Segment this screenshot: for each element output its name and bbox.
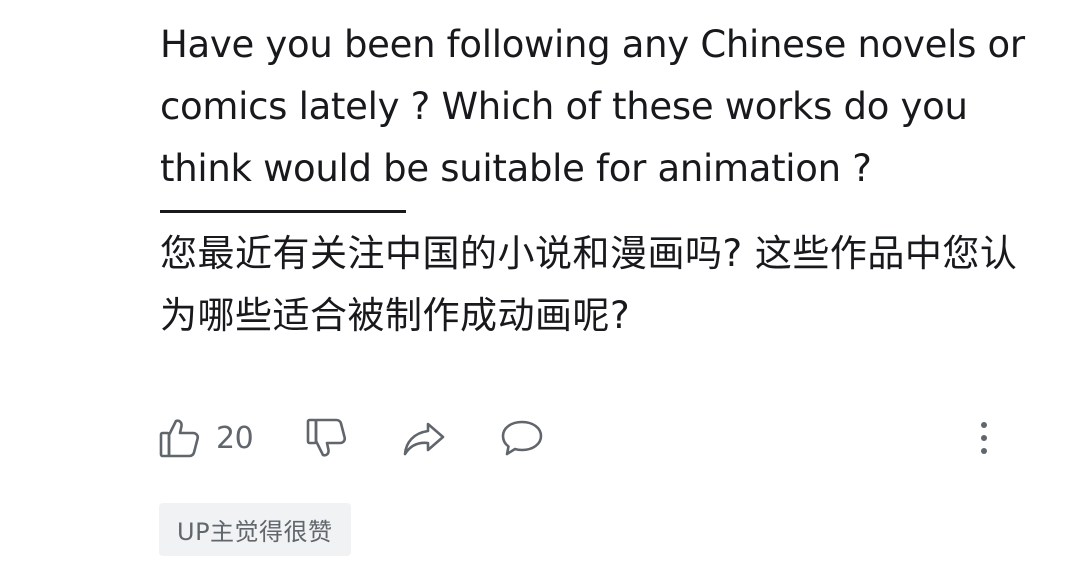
comment-text-chinese: 您最近有关注中国的小说和漫画吗? 这些作品中您认为哪些适合被制作成动画呢?: [160, 232, 1018, 337]
more-dot: [981, 435, 987, 441]
more-dot: [981, 448, 987, 454]
share-arrow-icon[interactable]: [401, 416, 447, 460]
dislike-button[interactable]: [305, 416, 349, 460]
like-button[interactable]: 20: [158, 416, 254, 460]
comment-bubble-icon[interactable]: [499, 416, 545, 460]
comment-action-bar: 20: [158, 414, 1000, 462]
thumbs-down-icon[interactable]: [305, 416, 349, 460]
up-liked-badge-label: UP主觉得很赞: [177, 518, 333, 546]
comment-text-english: Have you been following any Chinese nove…: [160, 23, 1037, 190]
comment-body: Have you been following any Chinese nove…: [160, 14, 1040, 347]
share-button[interactable]: [401, 416, 447, 460]
like-count: 20: [216, 420, 254, 456]
comment-divider: [160, 210, 406, 213]
up-liked-badge: UP主觉得很赞: [159, 503, 351, 556]
more-dot: [981, 422, 987, 428]
more-vertical-icon[interactable]: [972, 414, 996, 462]
reply-button[interactable]: [499, 416, 545, 460]
thumbs-up-icon[interactable]: [158, 416, 202, 460]
